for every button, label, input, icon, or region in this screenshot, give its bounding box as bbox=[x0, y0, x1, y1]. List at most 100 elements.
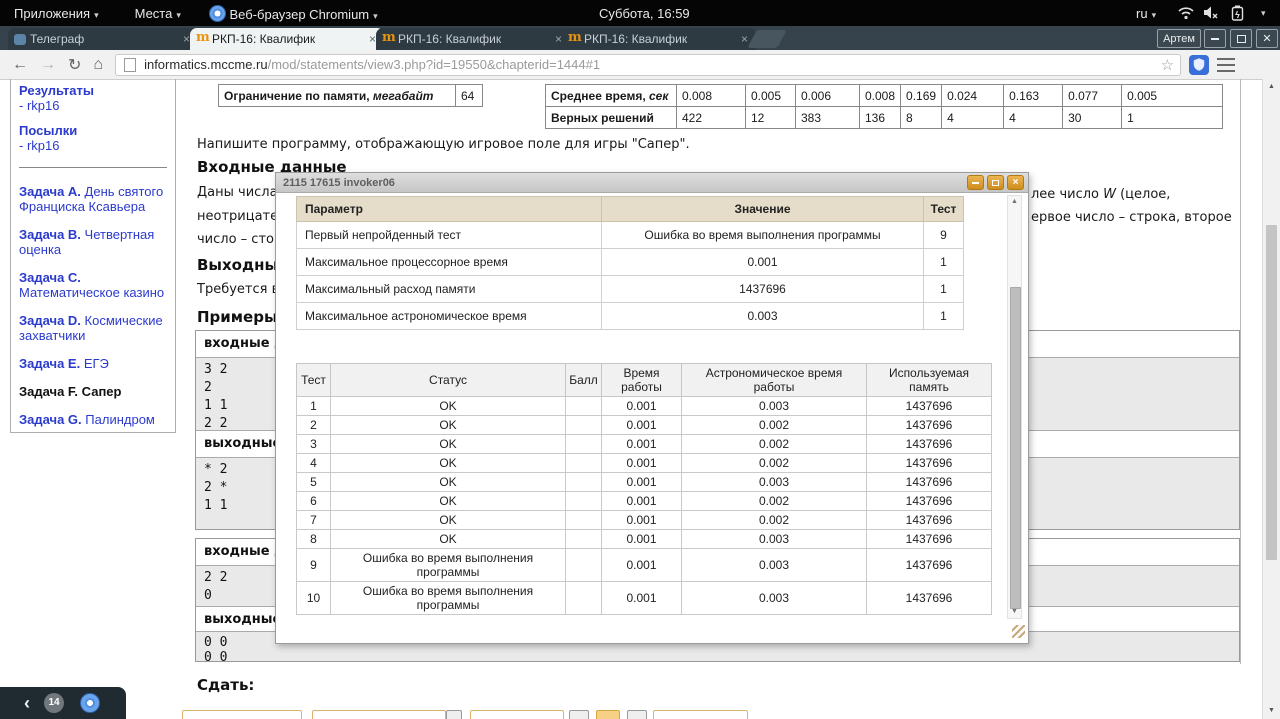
table-cell bbox=[565, 415, 602, 435]
dialog-maximize-button[interactable] bbox=[987, 175, 1004, 190]
sidebar-item-task-c[interactable]: Задача C. Математическое казино bbox=[19, 270, 167, 300]
table-cell: 0.003 bbox=[681, 472, 867, 492]
statement-line: число – сто. bbox=[197, 232, 279, 247]
submit-form-control[interactable] bbox=[182, 710, 302, 719]
tab-rkp16-active[interactable]: m РКП-16: Квалифик × bbox=[190, 28, 384, 50]
battery-icon[interactable] bbox=[1231, 5, 1244, 24]
statement-line: Даны числа bbox=[197, 185, 278, 200]
table-row: 3 OK 0.001 0.002 1437696 bbox=[296, 434, 992, 454]
wifi-icon[interactable] bbox=[1178, 6, 1194, 23]
close-icon: × bbox=[1012, 176, 1019, 188]
window-close-button[interactable]: ✕ bbox=[1256, 29, 1278, 48]
keyboard-layout-indicator[interactable]: ru ▾ bbox=[1136, 6, 1156, 21]
sidebar-link-rkp16[interactable]: - rkp16 bbox=[19, 138, 167, 153]
browser-menu-button[interactable] bbox=[1217, 57, 1236, 72]
sidebar-item-task-e[interactable]: Задача E. ЕГЭ bbox=[19, 356, 167, 371]
chromium-icon[interactable] bbox=[80, 693, 100, 713]
submit-form-control[interactable] bbox=[569, 710, 589, 719]
table-cell: 1 bbox=[296, 396, 331, 416]
column-header: Параметр bbox=[296, 196, 602, 222]
examples-heading: Примеры bbox=[197, 308, 278, 326]
forward-button[interactable]: → bbox=[40, 56, 56, 74]
reload-button[interactable]: ↻ bbox=[68, 55, 81, 75]
table-cell: 1437696 bbox=[866, 548, 992, 582]
problem-stats-table: Среднее время, сек 0.008 0.005 0.006 0.0… bbox=[545, 84, 1224, 129]
back-button[interactable]: ← bbox=[12, 56, 28, 74]
sidebar-item-task-b[interactable]: Задача B. Четвертная оценка bbox=[19, 227, 167, 257]
sidebar-item-task-a[interactable]: Задача A. День святого Франциска Ксавьер… bbox=[19, 184, 167, 214]
table-cell: 1437696 bbox=[866, 396, 992, 416]
dialog-title: 2115 17615 invoker06 bbox=[283, 176, 395, 189]
browser-menu[interactable]: Веб-браузер Chromium ▾ bbox=[208, 4, 378, 22]
table-cell: 1437696 bbox=[866, 529, 992, 549]
table-cell: Максимальное астрономическое время bbox=[296, 302, 602, 330]
places-menu[interactable]: Места ▾ bbox=[135, 6, 181, 21]
sidebar-item-task-g[interactable]: Задача G. Палиндром bbox=[19, 412, 167, 427]
dialog-close-button[interactable]: × bbox=[1007, 175, 1024, 190]
telegram-unread-badge[interactable]: 14 bbox=[44, 693, 64, 713]
stat-value: 0.169 bbox=[900, 84, 943, 107]
table-cell: 0.001 bbox=[601, 453, 682, 473]
submit-heading: Сдать: bbox=[197, 676, 255, 694]
scroll-down-icon[interactable]: ▼ bbox=[1008, 607, 1021, 617]
memory-limit-label: Ограничение по памяти, мегабайт bbox=[218, 84, 456, 107]
mccme-icon: m bbox=[382, 30, 396, 45]
statement-line: Требуется в bbox=[197, 282, 280, 297]
table-row: 4 OK 0.001 0.002 1437696 bbox=[296, 453, 992, 473]
tab-telegraph[interactable]: Телеграф × bbox=[8, 28, 198, 50]
dialog-title-bar[interactable]: 2115 17615 invoker06 × bbox=[276, 173, 1028, 193]
window-minimize-button[interactable] bbox=[1204, 29, 1226, 48]
submit-form-control[interactable] bbox=[312, 710, 446, 719]
sidebar-item-task-d[interactable]: Задача D. Космические захватчики bbox=[19, 313, 167, 343]
table-cell: Максимальный расход памяти bbox=[296, 275, 602, 303]
tab-rkp16-2[interactable]: m РКП-16: Квалифик × bbox=[376, 28, 570, 50]
course-sidebar: Результаты - rkp16 Посылки - rkp16 Задач… bbox=[10, 79, 176, 433]
submit-form-control[interactable] bbox=[596, 710, 620, 719]
chevron-left-icon[interactable]: ‹ bbox=[24, 693, 30, 714]
stat-value: 0.005 bbox=[1121, 84, 1224, 107]
dialog-scrollbar[interactable]: ▲ ▼ bbox=[1007, 195, 1022, 619]
submit-form-control[interactable] bbox=[446, 710, 462, 719]
user-session-button[interactable]: Артем bbox=[1157, 29, 1201, 48]
scrollbar-thumb[interactable] bbox=[1266, 225, 1277, 560]
shield-extension-button[interactable] bbox=[1189, 54, 1210, 75]
dialog-resize-grip[interactable] bbox=[1012, 625, 1025, 638]
clock[interactable]: Суббота, 16:59 bbox=[599, 6, 690, 21]
bookmark-star-icon[interactable]: ☆ bbox=[1161, 56, 1174, 74]
submit-form-control[interactable] bbox=[627, 710, 647, 719]
chevron-down-icon: ▾ bbox=[94, 9, 99, 20]
home-button[interactable]: ⌂ bbox=[93, 56, 103, 74]
memory-limit-table: Ограничение по памяти, мегабайт 64 bbox=[218, 84, 483, 107]
table-cell: 0.001 bbox=[601, 581, 682, 615]
sidebar-link-rkp16[interactable]: - rkp16 bbox=[19, 98, 167, 113]
window-restore-button[interactable] bbox=[1230, 29, 1252, 48]
scroll-up-icon[interactable]: ▲ bbox=[1008, 197, 1021, 207]
column-header: Тест bbox=[296, 363, 331, 397]
sidebar-link-submissions[interactable]: Посылки bbox=[19, 123, 167, 138]
submit-form-control[interactable] bbox=[653, 710, 748, 719]
table-cell bbox=[565, 472, 602, 492]
table-cell bbox=[565, 434, 602, 454]
scroll-down-icon[interactable]: ▼ bbox=[1263, 706, 1280, 716]
shield-icon bbox=[1193, 58, 1205, 71]
stats-row2-label: Верных решений bbox=[545, 106, 677, 129]
chromium-icon bbox=[208, 4, 226, 22]
table-cell: 10 bbox=[296, 581, 331, 615]
applications-menu[interactable]: Приложения ▾ bbox=[14, 6, 99, 21]
submit-form-control[interactable] bbox=[470, 710, 564, 719]
address-bar[interactable]: informatics.mccme.ru /mod/statements/vie… bbox=[115, 53, 1182, 76]
table-cell bbox=[565, 396, 602, 416]
tab-rkp16-3[interactable]: m РКП-16: Квалифик × bbox=[562, 28, 756, 50]
scrollbar-thumb[interactable] bbox=[1010, 287, 1021, 609]
scroll-up-icon[interactable]: ▲ bbox=[1263, 82, 1280, 92]
page-scrollbar[interactable]: ▲ ▼ bbox=[1262, 79, 1280, 719]
dialog-minimize-button[interactable] bbox=[967, 175, 984, 190]
column-header: Значение bbox=[601, 196, 924, 222]
stat-value: 1 bbox=[1121, 106, 1224, 129]
system-menu-caret[interactable]: ▾ bbox=[1261, 8, 1266, 19]
sidebar-item-task-f-current: Задача F. Сапер bbox=[19, 384, 122, 399]
browser-tab-bar: Телеграф × m РКП-16: Квалифик × m РКП-16… bbox=[0, 26, 1280, 50]
table-cell: 0.003 bbox=[601, 302, 924, 330]
volume-muted-icon[interactable] bbox=[1203, 5, 1219, 23]
sidebar-link-results[interactable]: Результаты bbox=[19, 83, 167, 98]
